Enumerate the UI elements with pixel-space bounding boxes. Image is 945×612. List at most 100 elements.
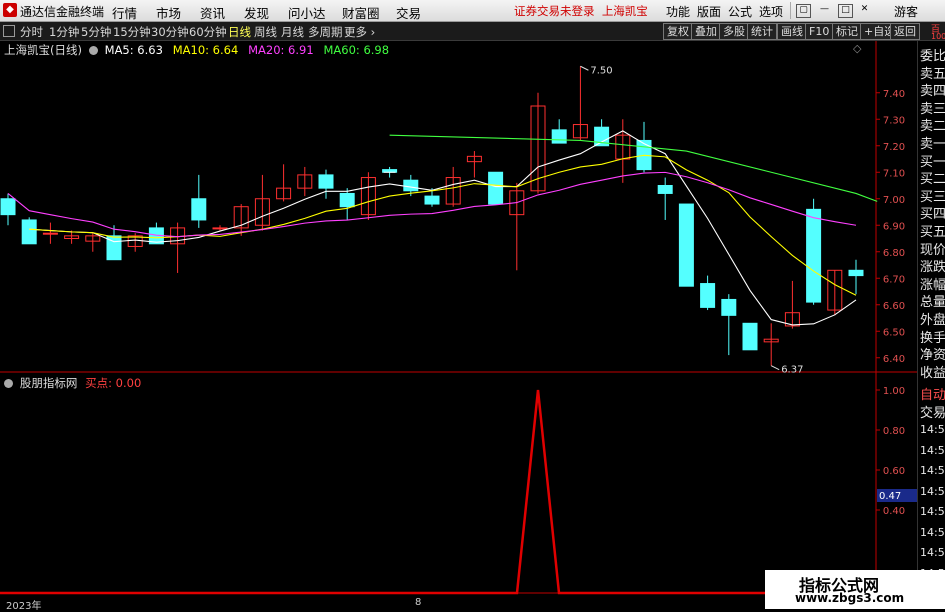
high-pointer xyxy=(580,65,589,71)
period-30min[interactable]: 30分钟 xyxy=(151,24,189,40)
stats-button[interactable]: 统计 xyxy=(747,23,777,40)
candle xyxy=(339,188,355,220)
side-panel-item[interactable]: 外盘 xyxy=(920,309,945,328)
side-panel-item[interactable]: 换手 xyxy=(920,327,945,346)
indicator-buy-label: 买点: 0.00 xyxy=(85,376,142,390)
side-panel-item[interactable]: 涨跌 xyxy=(920,256,945,275)
candle-body xyxy=(424,195,440,205)
menu-item-formula[interactable]: 公式 xyxy=(728,3,752,20)
multi-stock-button[interactable]: 多股 xyxy=(719,23,749,40)
chart-settings-icon[interactable] xyxy=(88,46,98,55)
candle-body xyxy=(551,129,567,144)
f10-button[interactable]: F10 xyxy=(805,23,834,40)
side-panel-item[interactable]: 买三 xyxy=(920,186,945,205)
side-panel-item[interactable]: 买二 xyxy=(920,168,945,187)
auto-trade-toggle[interactable]: 自动 xyxy=(920,384,945,403)
side-panel-item[interactable]: 总量 xyxy=(920,291,945,310)
tile-window-icon[interactable]: ▢ xyxy=(796,4,811,18)
maximize-icon[interactable]: □ xyxy=(838,4,853,18)
ind-marker-value: 0.47 xyxy=(879,491,901,502)
x-axis-year: 2023年 xyxy=(6,601,42,612)
y-tick-label: 7.00 xyxy=(883,195,905,206)
candle-body xyxy=(318,174,334,189)
candle xyxy=(806,198,822,305)
period-15min[interactable]: 15分钟 xyxy=(113,24,151,40)
login-status: 证券交易未登录 上海凯宝 xyxy=(514,4,648,18)
candle xyxy=(42,222,58,244)
side-panel-item[interactable]: 现价 xyxy=(920,239,945,258)
period-multi[interactable]: 多周期 xyxy=(308,24,343,40)
side-panel-item[interactable]: 卖四 xyxy=(920,80,945,99)
corner-bottom: 1000 xyxy=(931,32,945,41)
side-panel-item[interactable]: 买一 xyxy=(920,151,945,170)
period-daily[interactable]: 日线 xyxy=(228,24,251,40)
tick-time: 14:56 xyxy=(920,423,945,436)
candlestick-series xyxy=(0,66,864,366)
chart-frame xyxy=(0,41,917,609)
adjust-button[interactable]: 复权 xyxy=(663,23,693,40)
y-tick-label: 6.40 xyxy=(883,354,905,365)
menu-divider xyxy=(790,2,791,19)
ma10-label: MA10: 6.64 xyxy=(172,43,239,57)
candle-body xyxy=(848,269,864,277)
kline-chart[interactable]: 7.40 7.30 7.20 7.10 7.00 6.90 6.80 6.70 6.60 6.50… xyxy=(0,41,917,609)
side-panel-item[interactable]: 涨幅 xyxy=(920,274,945,293)
close-icon[interactable]: ✕ xyxy=(858,4,871,16)
period-more[interactable]: 更多 › xyxy=(344,24,375,40)
watermark-url: www.zbgs3.com xyxy=(795,591,905,605)
panel-toggle-icon[interactable] xyxy=(3,25,15,37)
candle-body xyxy=(488,171,504,205)
candle-body xyxy=(0,198,16,216)
period-weekly[interactable]: 周线 xyxy=(254,24,277,40)
candle-body xyxy=(42,232,58,235)
period-monthly[interactable]: 月线 xyxy=(281,24,304,40)
menu-item-market[interactable]: 市场 xyxy=(156,3,181,22)
candle-body xyxy=(721,298,737,316)
period-1min[interactable]: 1分钟 xyxy=(49,24,79,40)
back-button[interactable]: 返回 xyxy=(890,23,920,40)
side-panel-item[interactable]: 收益 xyxy=(920,362,945,381)
menu-item-news[interactable]: 资讯 xyxy=(200,3,225,22)
y-tick-label: 7.20 xyxy=(883,142,905,153)
indicator-settings-icon[interactable] xyxy=(4,379,13,388)
side-panel-item[interactable]: 买五 xyxy=(920,221,945,240)
menu-item-wealth[interactable]: 财富圈 xyxy=(342,3,380,22)
indicator-y-axis: 1.00 0.80 0.60 0.40 0.47 xyxy=(876,386,917,517)
candle xyxy=(148,222,164,245)
low-price-label: 6.37 xyxy=(781,365,803,376)
period-60min[interactable]: 60分钟 xyxy=(189,24,227,40)
period-toolbar: 分时 1分钟 5分钟 15分钟 30分钟 60分钟 日线 周线 月线 多周期 更… xyxy=(0,22,945,41)
mark-button[interactable]: 标记 xyxy=(832,23,862,40)
menu-item-ask[interactable]: 问小达 xyxy=(288,3,326,22)
candle xyxy=(318,169,334,199)
candle xyxy=(509,182,525,271)
candle xyxy=(827,269,843,316)
candle-body xyxy=(678,203,694,287)
side-panel-item[interactable]: 净资 xyxy=(920,344,945,363)
minimize-icon[interactable]: — xyxy=(818,4,831,16)
menu-item-quotes[interactable]: 行情 xyxy=(112,3,137,22)
guest-user[interactable]: 游客 xyxy=(894,3,918,20)
menu-item-function[interactable]: 功能 xyxy=(666,3,690,20)
period-intraday[interactable]: 分时 xyxy=(20,24,43,40)
chart-title: 上海凯宝(日线) xyxy=(4,43,82,57)
overlay-button[interactable]: 叠加 xyxy=(691,23,721,40)
side-panel-item[interactable]: 卖一 xyxy=(920,133,945,152)
candle-body xyxy=(403,179,419,192)
nav-arrows-icon[interactable]: ◇ xyxy=(853,42,861,55)
draw-button[interactable]: 画线 xyxy=(777,23,807,40)
side-panel-item[interactable]: 委比 xyxy=(920,45,945,64)
quote-side-panel: 委比 卖五 卖四 卖三 卖二 卖一 买一 买二 买三 买四 买五 现价 涨跌 涨幅 总量 外盘 换手 净资 收益自动… xyxy=(917,41,945,609)
y-tick-label: 6.50 xyxy=(883,327,905,338)
side-panel-item[interactable]: 买四 xyxy=(920,203,945,222)
menu-item-options[interactable]: 选项 xyxy=(759,3,783,20)
side-panel-item[interactable]: 卖三 xyxy=(920,98,945,117)
menu-item-trade[interactable]: 交易 xyxy=(396,3,421,22)
side-panel-item[interactable]: 卖五 xyxy=(920,63,945,82)
menu-item-layout[interactable]: 版面 xyxy=(697,3,721,20)
side-panel-item[interactable]: 卖二 xyxy=(920,115,945,134)
candle xyxy=(127,233,143,252)
period-5min[interactable]: 5分钟 xyxy=(81,24,111,40)
indicator-title: 股朋指标网 xyxy=(19,376,78,390)
menu-item-discover[interactable]: 发现 xyxy=(244,3,269,22)
